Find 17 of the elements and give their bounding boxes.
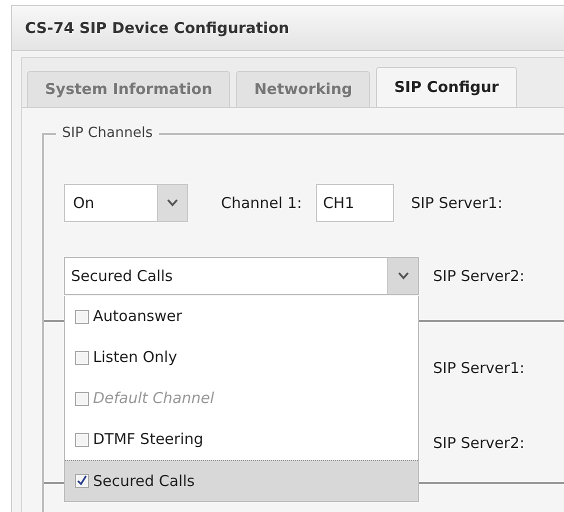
sip-server-label: SIP Server1: (433, 358, 526, 379)
chevron-down-icon (167, 199, 178, 207)
checked-checkbox-icon[interactable] (75, 474, 89, 488)
checkbox-icon[interactable] (75, 432, 89, 446)
menu-option[interactable]: Secured Calls (65, 460, 418, 501)
chevron-down-icon (398, 272, 408, 280)
tab[interactable]: SIP Configur (376, 67, 517, 107)
channel-name-field[interactable]: CH1 (316, 184, 394, 222)
checkbox-icon[interactable] (75, 310, 89, 324)
sip-server-label: SIP Server1: (410, 192, 502, 214)
checkbox-icon[interactable] (75, 350, 89, 364)
sip-server-label: SIP Server2: (433, 266, 525, 287)
mode-select[interactable]: On (64, 184, 188, 222)
options-select[interactable]: Secured Calls (64, 257, 419, 295)
window-title: CS-74 SIP Device Configuration (25, 18, 290, 39)
channel-label: Channel 1: (221, 192, 302, 214)
sip-server-label: SIP Server2: (433, 432, 526, 454)
